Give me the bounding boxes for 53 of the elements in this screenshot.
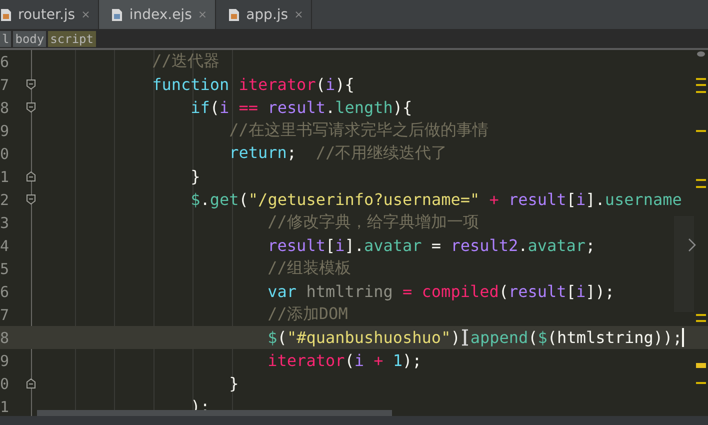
code-line: return; //不用继续迭代了 bbox=[228, 143, 448, 164]
fold-marker-icon[interactable] bbox=[26, 102, 36, 113]
fold-marker-icon[interactable] bbox=[26, 171, 36, 182]
text-cursor-icon bbox=[460, 328, 470, 346]
editor-tab[interactable]: router.js × bbox=[0, 0, 100, 29]
line-number: 8 bbox=[0, 98, 10, 116]
close-icon[interactable]: × bbox=[294, 8, 304, 21]
line-number: 3 bbox=[0, 214, 10, 232]
text-caret bbox=[682, 328, 684, 347]
code-line: if(i == result.length){ bbox=[190, 98, 412, 117]
line-number: 6 bbox=[0, 52, 10, 70]
code-line: var htmltring = compiled(result[i]); bbox=[266, 282, 614, 301]
fold-marker-icon[interactable] bbox=[26, 79, 36, 90]
code-line: } bbox=[190, 167, 200, 186]
code-line: //添加DOM bbox=[266, 304, 348, 325]
code-line: append($(htmlstring)); bbox=[470, 328, 682, 347]
horizontal-scrollbar[interactable] bbox=[37, 410, 392, 416]
line-number: 1 bbox=[0, 168, 10, 186]
line-number: 6 bbox=[0, 282, 10, 300]
scrollbar-thumb[interactable] bbox=[674, 216, 694, 312]
file-icon bbox=[111, 8, 124, 22]
code-line: //迭代器 bbox=[151, 51, 220, 72]
line-number: 7 bbox=[0, 306, 10, 324]
line-number: 0 bbox=[0, 144, 10, 162]
breadcrumb-item[interactable]: script bbox=[48, 31, 96, 47]
fold-marker-icon[interactable] bbox=[26, 378, 36, 389]
line-number: 9 bbox=[0, 352, 10, 370]
file-icon bbox=[228, 8, 240, 22]
breadcrumb-item[interactable]: l bbox=[0, 31, 12, 47]
line-number: 1 bbox=[0, 398, 10, 416]
code-line: //在这里书写请求完毕之后做的事情 bbox=[228, 120, 488, 141]
line-number: 8 bbox=[0, 328, 10, 346]
close-icon[interactable]: × bbox=[198, 8, 208, 21]
line-number: 4 bbox=[0, 236, 10, 254]
code-line: iterator(i + 1); bbox=[266, 351, 422, 370]
code-line: $("#quanbushuoshuo") bbox=[266, 328, 460, 347]
file-icon bbox=[0, 8, 12, 22]
editor-tab[interactable]: index.ejs × bbox=[99, 0, 216, 29]
code-line: //组装模板 bbox=[266, 258, 351, 279]
close-icon[interactable]: × bbox=[81, 8, 90, 21]
fold-marker-icon[interactable] bbox=[26, 194, 36, 205]
code-line: function iterator(i){ bbox=[151, 75, 354, 94]
line-number: 0 bbox=[0, 374, 10, 392]
code-line: $.get("/getuserinfo?username=" + result[i].username bbox=[190, 190, 682, 209]
code-line: } bbox=[228, 374, 239, 393]
breadcrumb-item[interactable]: body bbox=[13, 31, 46, 47]
line-number: 5 bbox=[0, 260, 10, 278]
code-line: //修改字典，给字典增加一项 bbox=[266, 212, 479, 233]
code-line: result[i].avatar = result2.avatar; bbox=[266, 236, 596, 255]
chevron-right-icon[interactable] bbox=[688, 238, 696, 252]
line-number: 7 bbox=[0, 76, 10, 94]
line-number: 9 bbox=[0, 122, 10, 140]
line-number: 2 bbox=[0, 190, 10, 208]
